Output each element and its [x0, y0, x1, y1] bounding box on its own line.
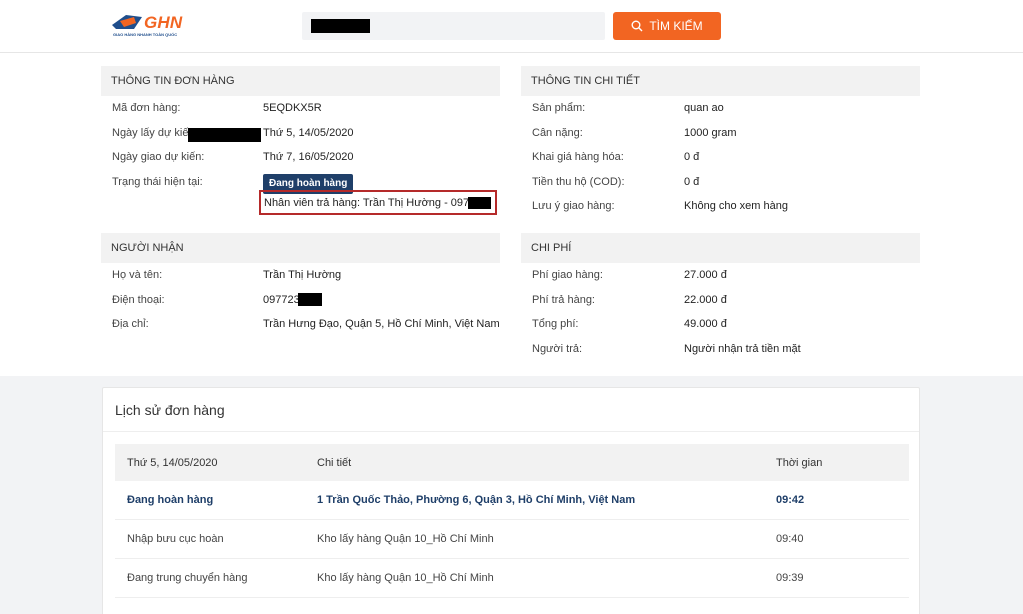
receiver-name-label: Họ và tên:	[112, 269, 163, 281]
total-fee-value: 49.000 đ	[684, 318, 727, 330]
divider	[103, 431, 919, 432]
column-time: Thời gian	[776, 457, 823, 469]
table-row: Đang hoàn hàng 1 Trần Quốc Thảo, Phường …	[115, 481, 909, 520]
receiver-name-value: Trần Thị Hường	[263, 269, 342, 281]
declared-value: 0 đ	[684, 151, 700, 163]
receiver-header: NGƯỜI NHẬN	[101, 233, 500, 263]
redacted-block	[188, 128, 261, 142]
delivery-truck-icon	[112, 15, 142, 29]
cod-value: 0 đ	[684, 176, 700, 188]
history-time: 09:40	[776, 533, 804, 545]
search-button-label: TÌM KIẾM	[649, 19, 703, 33]
receiver-phone-value: 097723	[263, 294, 300, 306]
product-value: quan ao	[684, 102, 724, 114]
delivery-fee-value: 27.000 đ	[684, 269, 727, 281]
history-time: 09:42	[776, 494, 805, 506]
search-icon	[631, 20, 643, 32]
declared-value-label: Khai giá hàng hóa:	[532, 151, 624, 163]
order-code-label: Mã đơn hàng:	[112, 102, 181, 114]
payer-value: Người nhận trả tiền mặt	[684, 343, 801, 355]
return-fee-value: 22.000 đ	[684, 294, 727, 306]
return-staff-text: Nhân viên trả hàng: Trần Thị Hường - 097…	[264, 197, 488, 209]
column-date: Thứ 5, 14/05/2020	[127, 457, 218, 469]
history-status: Nhập bưu cục hoàn	[127, 533, 224, 545]
detail-info-header: THÔNG TIN CHI TIẾT	[521, 66, 920, 96]
order-history-card: Lịch sử đơn hàng Thứ 5, 14/05/2020 Chi t…	[102, 387, 920, 614]
redacted-phone	[468, 197, 491, 209]
weight-label: Cân nặng:	[532, 127, 583, 139]
table-row: Đang trung chuyển hàng Kho lấy hàng Quận…	[115, 559, 909, 598]
receiver-address-label: Địa chỉ:	[112, 318, 149, 330]
history-detail: Kho lấy hàng Quận 10_Hồ Chí Minh	[317, 533, 494, 545]
table-row: Nhập bưu cục hoàn Kho lấy hàng Quận 10_H…	[115, 520, 909, 559]
payer-label: Người trả:	[532, 343, 583, 355]
delivery-date-label: Ngày giao dự kiến:	[112, 151, 205, 163]
pickup-date-label: Ngày lấy dự kiến	[112, 127, 195, 139]
current-status-label: Trạng thái hiện tại:	[112, 176, 203, 188]
history-table-header: Thứ 5, 14/05/2020 Chi tiết Thời gian	[115, 444, 909, 481]
order-code-value: 5EQDKX5R	[263, 102, 322, 114]
weight-value: 1000 gram	[684, 127, 737, 139]
history-time: 09:39	[776, 572, 804, 584]
redacted-search-value	[311, 19, 370, 33]
delivery-note-value: Không cho xem hàng	[684, 200, 788, 212]
receiver-phone-label: Điện thoại:	[112, 294, 165, 306]
ghn-logo[interactable]: GHN GIAO HÀNG NHANH TOÀN QUỐC	[112, 12, 184, 40]
history-status: Đang trung chuyển hàng	[127, 572, 248, 584]
return-fee-label: Phí trả hàng:	[532, 294, 595, 306]
column-detail: Chi tiết	[317, 457, 352, 469]
search-input[interactable]	[302, 12, 605, 40]
delivery-note-label: Lưu ý giao hàng:	[532, 200, 615, 212]
redacted-phone	[298, 293, 322, 306]
top-header: GHN GIAO HÀNG NHANH TOÀN QUỐC TÌM KIẾM	[0, 0, 1023, 53]
cod-label: Tiền thu hộ (COD):	[532, 176, 625, 188]
fees-header: CHI PHÍ	[521, 233, 920, 263]
search-button[interactable]: TÌM KIẾM	[613, 12, 721, 40]
product-label: Sản phẩm:	[532, 102, 586, 114]
receiver-address-value: Trần Hưng Đạo, Quận 5, Hồ Chí Minh, Việt…	[263, 318, 500, 330]
logo-text: GHN	[144, 13, 183, 32]
logo-tagline: GIAO HÀNG NHANH TOÀN QUỐC	[113, 32, 178, 37]
pickup-date-value: Thứ 5, 14/05/2020	[263, 127, 354, 139]
history-status: Đang hoàn hàng	[127, 494, 214, 506]
history-detail: Kho lấy hàng Quận 10_Hồ Chí Minh	[317, 572, 494, 584]
history-detail: 1 Trần Quốc Thảo, Phường 6, Quận 3, Hồ C…	[317, 494, 636, 506]
total-fee-label: Tổng phí:	[532, 318, 579, 330]
delivery-fee-label: Phí giao hàng:	[532, 269, 603, 281]
return-staff-box: Nhân viên trả hàng: Trần Thị Hường - 097…	[259, 190, 497, 215]
history-title: Lịch sử đơn hàng	[115, 402, 225, 418]
order-info-header: THÔNG TIN ĐƠN HÀNG	[101, 66, 500, 96]
delivery-date-value: Thứ 7, 16/05/2020	[263, 151, 354, 163]
